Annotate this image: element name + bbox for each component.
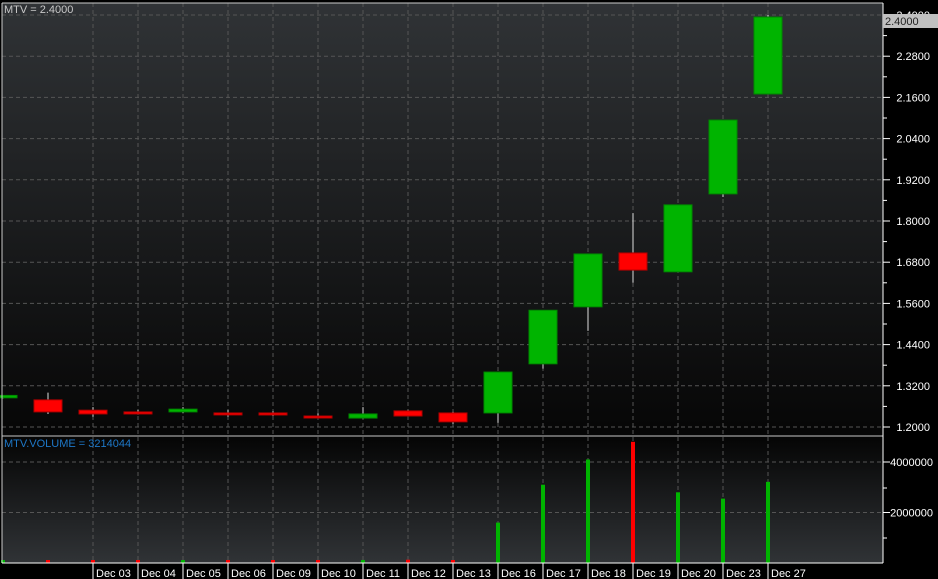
date-label: Dec 13 [456, 568, 491, 579]
price-tick-label: 1.8000 [896, 216, 930, 228]
price-panel [2, 3, 883, 435]
date-label: Dec 03 [96, 568, 131, 579]
volume-title: MTV.VOLUME = 3214044 [4, 438, 131, 450]
volume-bar [541, 484, 545, 563]
date-label: Dec 11 [366, 568, 400, 579]
candle-body [483, 371, 513, 414]
volume-bar [676, 492, 680, 563]
candle-body [78, 409, 108, 415]
date-label: Dec 19 [636, 568, 671, 579]
price-tick-label: 1.5600 [896, 298, 930, 310]
candle-body [708, 119, 738, 195]
date-label: Dec 05 [186, 568, 221, 579]
candle-body [348, 413, 378, 419]
volume-tick-label: 2000000 [890, 508, 933, 520]
candle-body [618, 252, 648, 271]
volume-bar [721, 498, 725, 563]
volume-tick-label: 4000000 [890, 457, 933, 469]
date-label: Dec 06 [231, 568, 266, 579]
price-tick-label: 2.2800 [896, 51, 930, 63]
candle-body [168, 408, 198, 413]
candle-body [438, 412, 468, 423]
candle-body [303, 415, 333, 419]
candle-body [528, 309, 558, 365]
volume-bar [766, 481, 770, 563]
date-label: Dec 12 [411, 568, 446, 579]
price-tick-label: 2.0400 [896, 134, 930, 146]
candle-body [258, 412, 288, 416]
volume-bar [496, 522, 500, 563]
candle-body [393, 410, 423, 417]
date-label: Dec 16 [501, 568, 536, 579]
date-label: Dec 10 [321, 568, 356, 579]
candle-body [573, 253, 603, 308]
candlestick-chart: 1.2000 1.3200 1.4400 1.5600 1.6800 1.8000 1.92… [0, 0, 938, 579]
candle-body [123, 411, 153, 415]
price-title: MTV = 2.4000 [4, 4, 73, 16]
candle-body [33, 399, 63, 413]
volume-bar [631, 441, 635, 563]
last-price-label: 2.4000 [885, 16, 919, 28]
price-tick-label: 1.6800 [896, 257, 930, 269]
candle-body [0, 394, 18, 399]
candle-body [753, 16, 783, 95]
date-label: Dec 04 [141, 568, 176, 579]
date-label: Dec 18 [591, 568, 626, 579]
date-label: Dec 17 [546, 568, 581, 579]
price-tick-label: 2.1600 [896, 92, 930, 104]
price-tick-label: 1.9200 [896, 175, 930, 187]
date-label: Dec 09 [276, 568, 311, 579]
volume-panel [2, 437, 883, 563]
price-tick-label: 1.2000 [896, 422, 930, 434]
volume-bar [586, 459, 590, 563]
date-label: Dec 27 [771, 568, 806, 579]
date-label: Dec 20 [681, 568, 716, 579]
price-tick-label: 1.3200 [896, 381, 930, 393]
date-label: Dec 23 [726, 568, 761, 579]
candle-body [663, 204, 693, 273]
price-tick-label: 1.4400 [896, 340, 930, 352]
candle-body [213, 412, 243, 416]
